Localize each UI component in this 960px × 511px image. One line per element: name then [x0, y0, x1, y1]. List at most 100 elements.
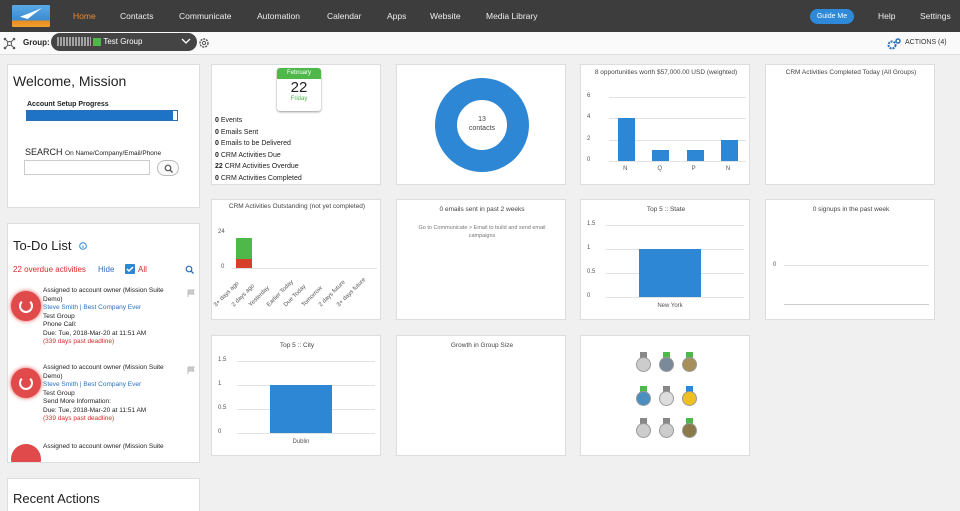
search-icon[interactable]	[185, 265, 194, 274]
calendar-widget[interactable]: February 22 Friday	[277, 68, 321, 111]
bar-N[interactable]	[618, 118, 636, 161]
chevron-down-icon	[181, 38, 191, 44]
bar-Q[interactable]	[652, 150, 670, 161]
stat-crm-due[interactable]: 0 CRM Activities Due	[215, 150, 302, 162]
growth-panel: Growth in Group Size	[396, 335, 566, 456]
nav-website[interactable]: Website	[430, 0, 461, 32]
bar-New York[interactable]	[639, 249, 701, 297]
nav-communicate[interactable]: Communicate	[179, 0, 231, 32]
todo-icon	[11, 368, 41, 398]
nav-home[interactable]: Home	[73, 0, 96, 32]
todo-item[interactable]: Assigned to account owner (Mission Suite…	[11, 364, 196, 434]
contacts-panel: 13 contacts	[396, 64, 566, 185]
info-icon[interactable]	[79, 242, 87, 250]
todo-item-late: (339 days past deadline)	[43, 338, 115, 345]
search-label: SEARCH On Name/Company/Email/Phone	[25, 147, 162, 157]
todo-item-contact[interactable]: Steve Smith | Best Company Ever	[43, 381, 173, 390]
bar-P[interactable]	[686, 150, 704, 161]
app-logo[interactable]	[12, 5, 50, 27]
bar-Dublin[interactable]	[270, 385, 332, 433]
stat-events[interactable]: 0 Events	[215, 115, 302, 127]
gear-icon[interactable]	[198, 37, 210, 49]
calendar-day: 22	[290, 79, 308, 96]
hide-link[interactable]: Hide	[98, 265, 114, 274]
todo-item-due: Due: Tue, 2018-Mar-20 at 11:51 AM	[43, 406, 147, 414]
badge-icon[interactable]	[659, 386, 674, 406]
nav-apps[interactable]: Apps	[387, 0, 406, 32]
todo-item[interactable]: Assigned to account owner (Mission Suite…	[11, 287, 196, 357]
todo-item-title: Assigned to account owner (Mission Suite	[43, 443, 164, 450]
recent-actions-title: Recent Actions	[13, 491, 100, 506]
welcome-title: Welcome, Mission	[13, 73, 127, 89]
gridline	[237, 361, 375, 362]
emails-panel: 0 emails sent in past 2 weeks Go to Comm…	[396, 199, 566, 320]
overdue-count[interactable]: 22 overdue activities	[13, 265, 86, 274]
nav-settings[interactable]: Settings	[920, 0, 951, 32]
y-tick-label: 0	[587, 157, 591, 163]
todo-icon	[11, 291, 41, 321]
actions-button[interactable]: ACTIONS (4)	[905, 39, 947, 46]
stat-emails-sent[interactable]: 0 Emails Sent	[215, 127, 302, 139]
badge-icon[interactable]	[682, 386, 697, 406]
badge-icon[interactable]	[636, 352, 651, 372]
x-tick-label: New York	[657, 303, 683, 309]
flag-icon[interactable]	[187, 289, 195, 297]
calendar-weekday: Friday	[290, 96, 308, 102]
y-tick-label: 1	[218, 381, 222, 387]
network-icon[interactable]	[3, 37, 16, 50]
group-select[interactable]: Test Group	[51, 33, 197, 51]
badge-icon[interactable]	[636, 386, 651, 406]
nav-calendar[interactable]: Calendar	[327, 0, 362, 32]
todo-item-contact[interactable]: Steve Smith | Best Company Ever	[43, 304, 173, 313]
gridline	[609, 161, 746, 162]
progress-bar	[26, 110, 178, 121]
badge-icon[interactable]	[636, 418, 651, 438]
x-tick-label: N	[623, 166, 628, 172]
state-panel: Top 5 :: State 1.5 1 0.5 0 New York	[580, 199, 750, 320]
signups-tick: 0	[773, 262, 777, 268]
y-tick-label: 0.5	[587, 269, 596, 275]
nav-help[interactable]: Help	[878, 0, 895, 32]
y-tick-label: 0	[587, 293, 591, 299]
y-tick-label: 1.5	[587, 221, 596, 227]
badge-icon[interactable]	[682, 418, 697, 438]
stat-emails-queued[interactable]: 0 Emails to be Delivered	[215, 138, 302, 150]
todo-item-due: Due: Tue, 2018-Mar-20 at 11:51 AM	[43, 329, 147, 337]
crm-outstanding-panel: CRM Activities Outstanding (not yet comp…	[211, 199, 381, 320]
emails-title: 0 emails sent in past 2 weeks	[439, 206, 525, 213]
bar-N[interactable]	[720, 139, 738, 161]
flag-icon[interactable]	[187, 366, 195, 374]
stat-crm-completed[interactable]: 0 CRM Activities Completed	[215, 173, 302, 185]
group-color-icon	[93, 37, 102, 46]
todo-icon	[11, 444, 41, 462]
nav-contacts[interactable]: Contacts	[120, 0, 154, 32]
gridline	[609, 97, 746, 98]
guide-me-button[interactable]: Guide Me	[810, 9, 854, 24]
badge-icon[interactable]	[659, 352, 674, 372]
search-button[interactable]	[157, 160, 179, 176]
state-chart: 1.5 1 0.5 0 New York	[581, 200, 751, 321]
badge-icon[interactable]	[659, 418, 674, 438]
all-label: All	[138, 265, 147, 274]
progress-label: Account Setup Progress	[27, 101, 109, 108]
search-input[interactable]	[24, 160, 150, 175]
todo-panel: To-Do List 22 overdue activities Hide Al…	[7, 223, 200, 463]
opps-chart: 6 4 2 0 N Q P N	[581, 65, 751, 186]
growth-title: Growth in Group Size	[450, 342, 514, 349]
todo-item[interactable]: Assigned to account owner (Mission Suite	[11, 440, 196, 462]
badge-icon[interactable]	[682, 352, 697, 372]
gears-icon[interactable]	[887, 38, 901, 50]
todo-item-title: Assigned to account owner (Mission Suite…	[43, 287, 164, 303]
nav-automation[interactable]: Automation	[257, 0, 300, 32]
gridline	[606, 225, 744, 226]
crm-out-axis: 3+ days ago 2 days ago Yesterday Earlier To…	[212, 200, 380, 319]
donut-label: 13 contacts	[457, 115, 507, 133]
progress-fill	[27, 111, 173, 120]
stat-crm-overdue[interactable]: 22 CRM Activities Overdue	[215, 161, 302, 173]
all-checkbox[interactable]	[125, 264, 135, 274]
group-select-value: Test Group	[103, 37, 143, 46]
nav-media-library[interactable]: Media Library	[486, 0, 538, 32]
search-icon	[164, 164, 173, 173]
stats-list: 0 Events 0 Emails Sent 0 Emails to be De…	[215, 115, 302, 185]
todo-item-type: Send More Information:	[43, 398, 111, 405]
